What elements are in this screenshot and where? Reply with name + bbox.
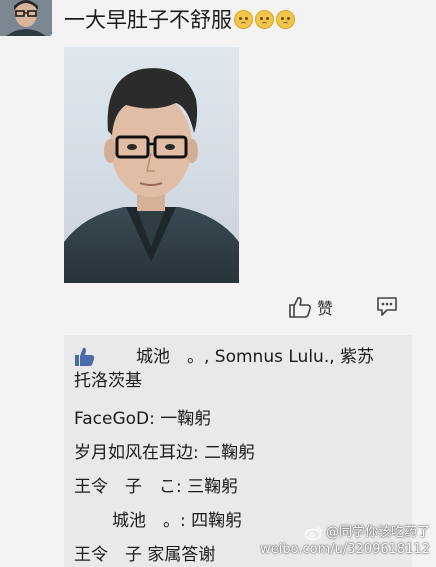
worried-face-emoji-icon bbox=[234, 10, 253, 29]
comment-item[interactable]: FaceGoD: 一鞠躬 bbox=[74, 407, 404, 431]
post-text: 一大早肚子不舒服 bbox=[64, 6, 295, 34]
thumbs-up-icon bbox=[75, 347, 95, 366]
post-text-content: 一大早肚子不舒服 bbox=[64, 8, 232, 32]
comment-bubble-icon bbox=[377, 297, 397, 316]
avatar[interactable] bbox=[0, 0, 52, 36]
watermark-url: weibo.com/u/3209618112 bbox=[260, 542, 430, 557]
like-button[interactable]: 赞 bbox=[288, 295, 333, 319]
comment-text: 城池 。: 四鞠躬 bbox=[112, 511, 243, 531]
likers-names-line2[interactable]: 托洛茨基 bbox=[74, 369, 404, 393]
post-actions: 赞 bbox=[0, 293, 436, 323]
comment-text: 岁月如风在耳边: 二鞠躬 bbox=[74, 443, 256, 463]
worried-face-emoji-icon bbox=[255, 10, 274, 29]
comment-item[interactable]: 岁月如风在耳边: 二鞠躬 bbox=[74, 441, 404, 465]
comment-button[interactable] bbox=[376, 295, 398, 321]
weibo-logo-icon bbox=[304, 526, 323, 540]
thumbs-up-icon bbox=[289, 297, 312, 318]
like-label: 赞 bbox=[317, 299, 334, 318]
comment-text: 王令 子 家属答谢 bbox=[74, 545, 216, 565]
comment-item[interactable]: 王令 子 こ: 三鞠躬 bbox=[74, 475, 404, 499]
comment-text: 王令 子 こ: 三鞠躬 bbox=[74, 477, 239, 497]
likers-names-line1[interactable]: 城池 。, Somnus Lulu., 紫苏 bbox=[136, 345, 404, 369]
comment-text: FaceGoD: 一鞠躬 bbox=[74, 409, 212, 429]
likes-list: 城池 。, Somnus Lulu., 紫苏 托洛茨基 bbox=[74, 345, 404, 393]
watermark-handle: @同学你该吃药了 bbox=[325, 525, 430, 540]
weibo-watermark: @同学你该吃药了 weibo.com/u/3209618112 bbox=[260, 524, 430, 558]
post-photo[interactable] bbox=[64, 47, 239, 283]
worried-face-emoji-icon bbox=[276, 10, 295, 29]
